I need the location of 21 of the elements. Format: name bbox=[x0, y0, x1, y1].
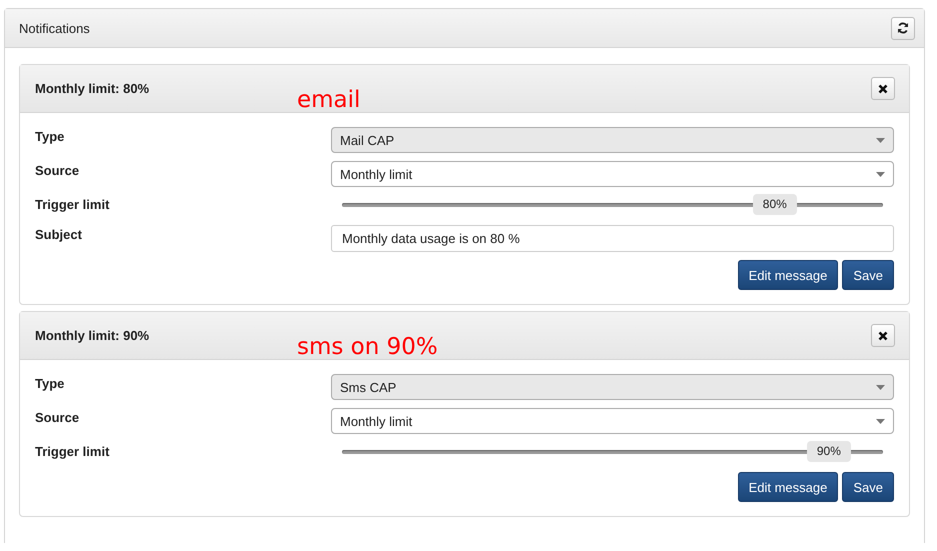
annotation-text: email bbox=[297, 89, 360, 112]
panel-title: Notifications bbox=[19, 20, 90, 36]
dropdown-field[interactable]: Monthly limit bbox=[331, 408, 894, 434]
card-title: Monthly limit: 80% bbox=[35, 81, 150, 96]
slider-handle[interactable]: 90% bbox=[806, 441, 851, 462]
action-button[interactable]: Save bbox=[842, 472, 894, 502]
action-button[interactable]: Edit message bbox=[738, 260, 838, 290]
field-label: Subject bbox=[35, 226, 83, 242]
dropdown-field[interactable]: Monthly limit bbox=[331, 161, 894, 187]
subject-field[interactable]: Monthly data usage is on 80 % bbox=[331, 225, 894, 252]
card-title: Monthly limit: 90% bbox=[35, 328, 150, 343]
field-label: Trigger limit bbox=[35, 443, 110, 459]
field-label: Type bbox=[35, 375, 66, 391]
field-label: Trigger limit bbox=[35, 196, 110, 212]
annotation-text: sms on 90% bbox=[297, 336, 438, 359]
field-label: Source bbox=[35, 162, 80, 178]
field-label: Type bbox=[35, 128, 66, 144]
action-button[interactable]: Save bbox=[842, 260, 894, 290]
field-label: Source bbox=[35, 409, 80, 425]
slider-handle[interactable]: 80% bbox=[752, 194, 797, 215]
action-button[interactable]: Edit message bbox=[738, 472, 838, 502]
